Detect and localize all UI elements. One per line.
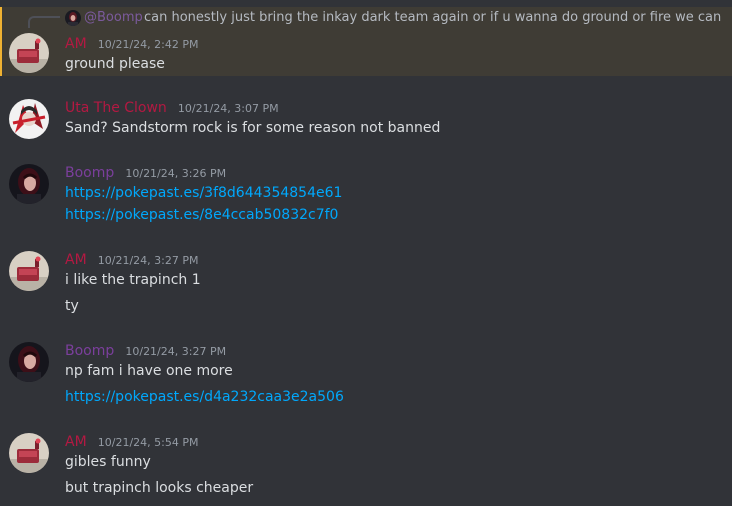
message-group: Boomp 10/21/24, 3:26 PM https://pokepast… xyxy=(0,162,732,232)
message-group: AM 10/21/24, 5:54 PM gibles funny but tr… xyxy=(0,431,732,506)
message-author[interactable]: AM xyxy=(65,252,87,268)
message-text: i like the trapinch 1 xyxy=(65,272,201,288)
message-timestamp[interactable]: 10/21/24, 5:54 PM xyxy=(98,436,199,449)
message-author[interactable]: AM xyxy=(65,434,87,450)
message-timestamp[interactable]: 10/21/24, 3:26 PM xyxy=(125,167,226,180)
message-author[interactable]: AM xyxy=(65,36,87,52)
message-link[interactable]: https://pokepast.es/8e4ccab50832c7f0 xyxy=(65,206,338,224)
message-timestamp[interactable]: 10/21/24, 3:27 PM xyxy=(98,254,199,267)
am-avatar[interactable] xyxy=(9,251,49,291)
message-text: gibles funny xyxy=(65,454,151,470)
message-text: ground please xyxy=(65,56,165,72)
message-author[interactable]: Uta The Clown xyxy=(65,100,167,116)
message-link[interactable]: https://pokepast.es/d4a232caa3e2a506 xyxy=(65,388,344,406)
reply-spine xyxy=(28,16,60,28)
message-group: AM 10/21/24, 3:27 PM i like the trapinch… xyxy=(0,249,732,319)
message-author[interactable]: Boomp xyxy=(65,165,114,181)
message-text: but trapinch looks cheaper xyxy=(65,480,254,496)
chat-log: @Boomp can honestly just bring the inkay… xyxy=(0,0,732,506)
am-avatar[interactable] xyxy=(9,33,49,73)
reply-mention[interactable]: @Boomp xyxy=(84,9,143,27)
boomp-avatar[interactable] xyxy=(9,342,49,382)
message-group: @Boomp can honestly just bring the inkay… xyxy=(0,7,732,76)
message-text: Sand? Sandstorm rock is for some reason … xyxy=(65,120,441,136)
message-text: np fam i have one more xyxy=(65,363,233,379)
message-timestamp[interactable]: 10/21/24, 2:42 PM xyxy=(98,38,199,51)
message-author[interactable]: Boomp xyxy=(65,343,114,359)
message-timestamp[interactable]: 10/21/24, 3:07 PM xyxy=(178,102,279,115)
am-avatar[interactable] xyxy=(9,433,49,473)
uta-avatar[interactable] xyxy=(9,99,49,139)
reply-text[interactable]: can honestly just bring the inkay dark t… xyxy=(144,9,721,27)
message-group: Boomp 10/21/24, 3:27 PM np fam i have on… xyxy=(0,340,732,410)
message-timestamp[interactable]: 10/21/24, 3:27 PM xyxy=(125,345,226,358)
message-text: ty xyxy=(65,298,79,314)
message-group: Uta The Clown 10/21/24, 3:07 PM Sand? Sa… xyxy=(0,97,732,141)
boomp-avatar[interactable] xyxy=(9,164,49,204)
reply-preview[interactable]: @Boomp can honestly just bring the inkay… xyxy=(0,0,732,31)
message-link[interactable]: https://pokepast.es/3f8d644354854e61 xyxy=(65,184,342,202)
reply-avatar-icon xyxy=(65,10,81,26)
